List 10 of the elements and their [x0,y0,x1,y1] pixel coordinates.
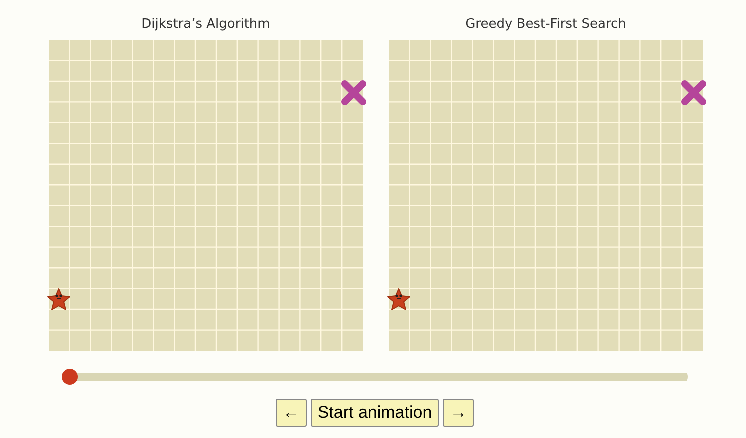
panel-title: Greedy Best-First Search [466,17,626,32]
slider-thumb[interactable] [62,369,78,385]
cross-icon [341,80,368,106]
previous-button[interactable]: ← [276,399,307,427]
panel-title: Dijkstra’s Algorithm [142,17,270,32]
start-animation-button[interactable]: Start animation [310,399,440,427]
next-button[interactable]: → [443,399,474,427]
cross-icon [681,80,708,106]
star-character-icon [386,286,412,313]
star-character-icon [46,286,72,313]
